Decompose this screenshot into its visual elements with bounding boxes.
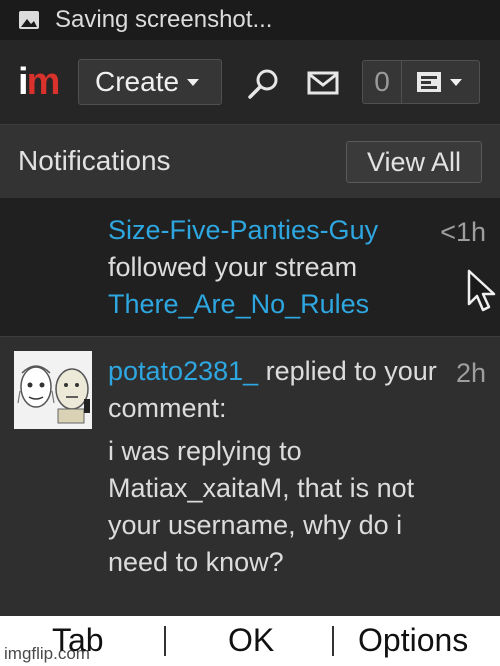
notification-action: followed your stream — [108, 252, 358, 282]
view-all-button[interactable]: View All — [346, 141, 482, 183]
notification-item[interactable]: Size-Five-Panties-Guy followed your stre… — [0, 198, 500, 336]
notification-comment: i was replying to Matiax_xaitaM, that is… — [108, 436, 415, 577]
mail-icon[interactable] — [306, 68, 340, 98]
options-softkey[interactable]: Options — [358, 622, 468, 659]
imgflip-watermark: imgflip.com — [4, 644, 90, 663]
status-bar: Saving screenshot... — [0, 0, 500, 40]
notifications-header: Notifications View All — [0, 124, 500, 198]
create-button[interactable]: Create — [78, 59, 222, 105]
notification-target-link[interactable]: There_Are_No_Rules — [108, 289, 369, 319]
ok-softkey[interactable]: OK — [228, 622, 274, 659]
notification-time: <1h — [440, 217, 486, 247]
top-nav: im Create 0 — [0, 40, 500, 124]
softkey-divider — [332, 626, 334, 656]
screen: Saving screenshot... im Create 0 Notific… — [0, 0, 500, 666]
user-menu-button[interactable] — [402, 60, 480, 104]
create-button-label: Create — [95, 66, 180, 97]
notifications-title: Notifications — [18, 145, 171, 176]
logo-letter-m: m — [26, 61, 61, 103]
search-icon[interactable] — [246, 66, 282, 102]
notification-user-link[interactable]: Size-Five-Panties-Guy — [108, 215, 378, 245]
chevron-down-icon — [450, 78, 462, 86]
mouse-cursor-icon — [467, 269, 496, 312]
softkey-divider — [164, 626, 166, 656]
notification-time: 2h — [455, 358, 486, 388]
user-avatar-icon — [417, 72, 441, 92]
notification-body: potato2381_ replied to your comment: i w… — [108, 353, 438, 581]
imgflip-logo[interactable]: im — [18, 60, 61, 104]
notification-body: Size-Five-Panties-Guy followed your stre… — [108, 212, 428, 323]
image-icon — [15, 6, 43, 34]
status-text: Saving screenshot... — [55, 6, 273, 33]
logo-letter-i: i — [18, 61, 28, 103]
notification-item[interactable]: potato2381_ replied to your comment: i w… — [0, 336, 500, 616]
notification-user-link[interactable]: potato2381_ — [108, 356, 258, 386]
chevron-down-icon — [187, 78, 200, 86]
notification-count-badge[interactable]: 0 — [362, 60, 402, 104]
user-avatar[interactable] — [14, 351, 92, 429]
